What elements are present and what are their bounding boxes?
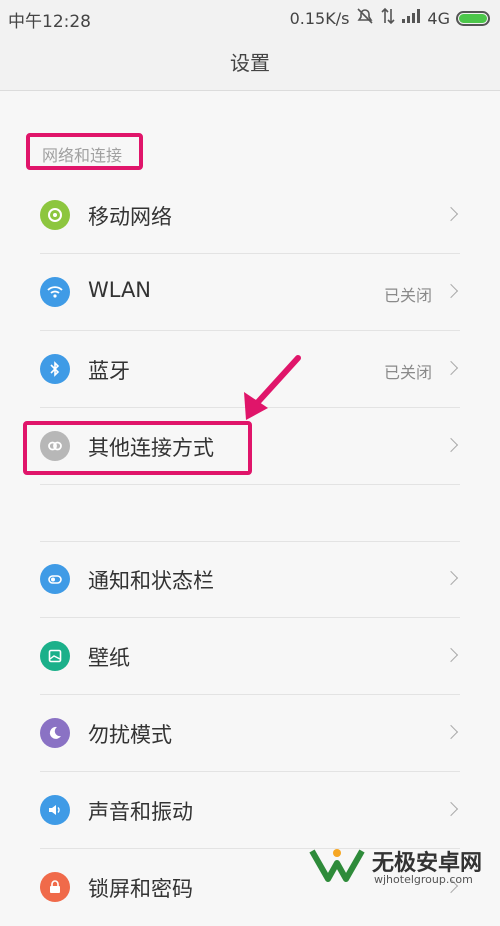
- chevron-right-icon: [443, 647, 459, 663]
- section-label: 网络和连接: [42, 146, 123, 165]
- settings-item-mobile-network[interactable]: 移动网络: [0, 177, 500, 254]
- chevron-right-icon: [443, 206, 459, 222]
- notification-icon: [40, 564, 70, 594]
- battery-icon: [456, 10, 490, 26]
- row-value: 已关闭: [383, 363, 432, 382]
- lock-icon: [40, 872, 70, 902]
- row-value: 已关闭: [383, 286, 432, 305]
- sound-icon: [40, 795, 70, 825]
- wallpaper-icon: [40, 641, 70, 671]
- bluetooth-icon: [40, 354, 70, 384]
- divider: [40, 541, 460, 542]
- data-arrows-icon: [381, 7, 395, 29]
- page-title: 设置: [230, 51, 270, 75]
- mobile-network-icon: [40, 200, 70, 230]
- chevron-right-icon: [443, 570, 459, 586]
- chevron-right-icon: [443, 283, 459, 299]
- row-label: WLAN: [88, 278, 152, 302]
- section-header-box: 网络和连接: [26, 133, 143, 170]
- settings-item-notifications[interactable]: 通知和状态栏: [0, 541, 500, 618]
- wifi-icon: [40, 277, 70, 307]
- chevron-right-icon: [443, 360, 459, 376]
- status-time: 中午12:28: [8, 12, 91, 32]
- title-bar: 设置: [0, 36, 500, 91]
- row-label: 蓝牙: [88, 359, 130, 383]
- chevron-right-icon: [443, 437, 459, 453]
- mute-icon: [355, 7, 375, 29]
- divider: [40, 484, 460, 485]
- signal-icon: [401, 8, 421, 28]
- arrow-annotation-icon: [244, 355, 301, 420]
- settings-item-wlan[interactable]: WLAN 已关闭: [0, 254, 500, 331]
- row-label: 移动网络: [88, 205, 172, 229]
- chevron-right-icon: [443, 724, 459, 740]
- status-bar: 中午12:28 0.15K/s 4G: [0, 0, 500, 36]
- network-type: 4G: [427, 8, 450, 28]
- row-label: 锁屏和密码: [88, 877, 193, 901]
- row-label: 通知和状态栏: [88, 569, 214, 593]
- row-label: 壁纸: [88, 646, 130, 670]
- row-label: 声音和振动: [88, 800, 193, 824]
- status-right: 0.15K/s 4G: [290, 6, 490, 30]
- watermark-url: wjhotelgroup.com: [374, 873, 473, 886]
- settings-item-do-not-disturb[interactable]: 勿扰模式: [0, 695, 500, 772]
- settings-item-wallpaper[interactable]: 壁纸: [0, 618, 500, 695]
- moon-icon: [40, 718, 70, 748]
- row-label: 勿扰模式: [88, 723, 172, 747]
- settings-item-sound[interactable]: 声音和振动: [0, 772, 500, 849]
- highlight-box: [23, 421, 252, 475]
- watermark: 无极安卓网 wjhotelgroup.com: [300, 843, 500, 889]
- chevron-right-icon: [443, 801, 459, 817]
- watermark-logo-icon: [309, 849, 365, 882]
- net-speed: 0.15K/s: [289, 8, 350, 28]
